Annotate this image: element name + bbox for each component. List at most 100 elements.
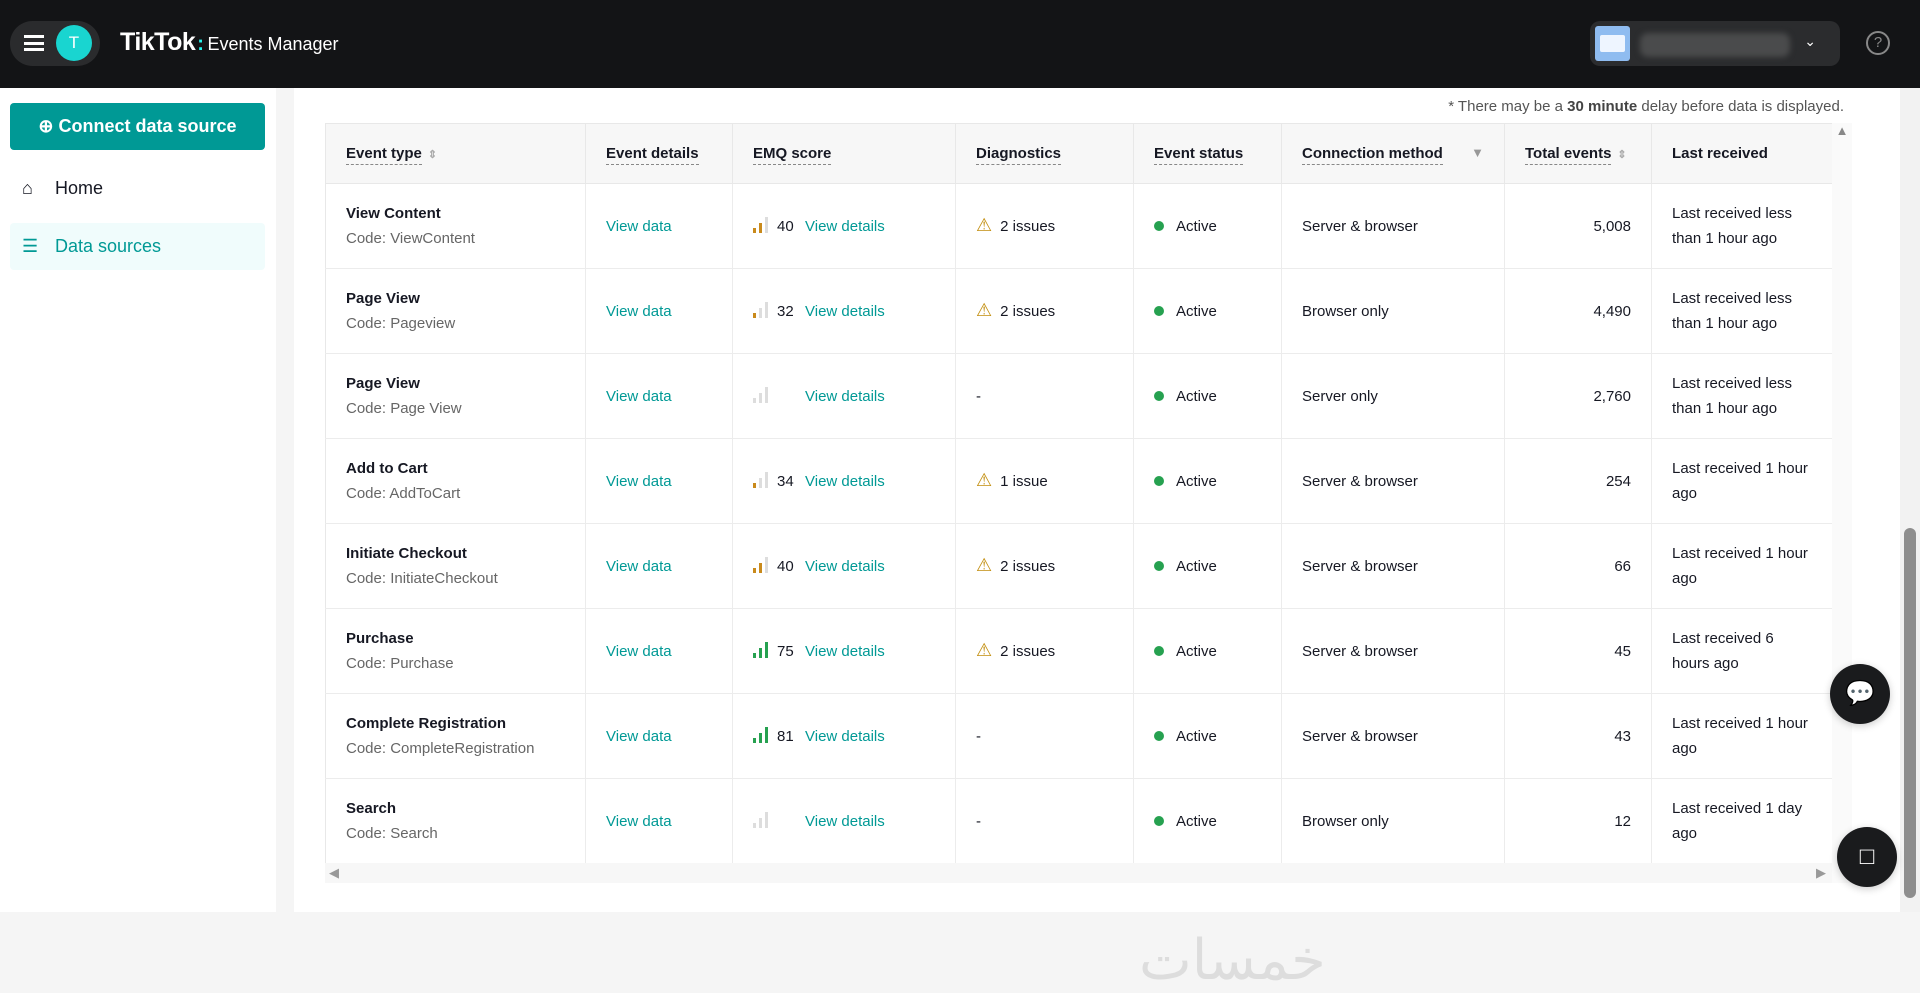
account-selector[interactable]: ⌄ bbox=[1590, 21, 1840, 66]
sidebar: ⊕ Connect data source ⌂ Home ☰ Data source… bbox=[0, 88, 276, 912]
header-label: Event details bbox=[606, 145, 699, 165]
event-type-cell: Search Code: Search bbox=[325, 778, 586, 864]
table-row: Add to Cart Code: AddToCart View data 34 V… bbox=[325, 438, 1833, 524]
view-details-link[interactable]: View details bbox=[805, 813, 885, 830]
emq-cell: 75 View details bbox=[732, 608, 956, 694]
connection-method-cell: Browser only bbox=[1281, 778, 1505, 864]
feedback-button[interactable]: □ bbox=[1837, 827, 1897, 887]
emq-cell: 40 View details bbox=[732, 523, 956, 609]
table-row: Purchase Code: Purchase View data 75 View … bbox=[325, 608, 1833, 694]
connection-method-cell: Server only bbox=[1281, 353, 1505, 439]
page-scrollbar[interactable] bbox=[1900, 88, 1920, 912]
view-data-link[interactable]: View data bbox=[606, 303, 672, 320]
diagnostics-text[interactable]: 2 issues bbox=[1000, 558, 1055, 575]
event-type-cell: Complete Registration Code: CompleteRegis… bbox=[325, 693, 586, 779]
col-total-events[interactable]: Total events ⇕ bbox=[1504, 123, 1652, 184]
table-row: Search Code: Search View data View detail… bbox=[325, 778, 1833, 864]
col-event-type[interactable]: Event type ⇕ bbox=[325, 123, 586, 184]
account-icon bbox=[1595, 26, 1630, 61]
last-received-cell: Last received less than 1 hour ago bbox=[1651, 268, 1833, 354]
diagnostics-text[interactable]: 2 issues bbox=[1000, 303, 1055, 320]
diagnostics-cell: - bbox=[955, 778, 1134, 864]
table-horizontal-scrollbar[interactable]: ◀ ▶ bbox=[325, 863, 1832, 883]
home-icon: ⌂ bbox=[22, 178, 33, 198]
avatar[interactable]: T bbox=[56, 25, 92, 61]
header-label: Connection method bbox=[1302, 145, 1443, 165]
warning-icon: ⚠ bbox=[976, 470, 993, 490]
filter-icon[interactable]: ▼ bbox=[1471, 145, 1484, 160]
header-label: Event type bbox=[346, 145, 422, 165]
diagnostics-text[interactable]: 2 issues bbox=[1000, 218, 1055, 235]
menu-button[interactable]: T bbox=[10, 21, 100, 66]
event-details-cell: View data bbox=[585, 268, 733, 354]
col-event-status: Event status bbox=[1133, 123, 1282, 184]
help-icon[interactable]: ? bbox=[1866, 31, 1890, 55]
col-diagnostics: Diagnostics bbox=[955, 123, 1134, 184]
connection-method-cell: Server & browser bbox=[1281, 183, 1505, 269]
chevron-down-icon: ⌄ bbox=[1804, 33, 1816, 49]
view-data-link[interactable]: View data bbox=[606, 728, 672, 745]
scroll-up-icon[interactable]: ▲ bbox=[1832, 123, 1852, 138]
app-name: Events Manager bbox=[207, 34, 339, 54]
status-cell: Active bbox=[1133, 183, 1282, 269]
message-icon: □ bbox=[1859, 843, 1875, 870]
connection-method-cell: Server & browser bbox=[1281, 693, 1505, 779]
event-name: Complete Registration bbox=[346, 715, 507, 732]
watermark: خمسات bbox=[1139, 928, 1326, 993]
logo-dot: : bbox=[197, 33, 204, 55]
diagnostics-text[interactable]: 1 issue bbox=[1000, 473, 1048, 490]
signal-bars-icon bbox=[753, 216, 771, 233]
sidebar-item-home[interactable]: ⌂ Home bbox=[10, 165, 265, 212]
event-code: Code: Purchase bbox=[346, 655, 454, 672]
last-received-cell: Last received 1 hour ago bbox=[1651, 693, 1833, 779]
view-details-link[interactable]: View details bbox=[805, 728, 885, 745]
event-details-cell: View data bbox=[585, 523, 733, 609]
view-details-link[interactable]: View details bbox=[805, 303, 885, 320]
table-vertical-scrollbar[interactable]: ▲ bbox=[1832, 123, 1852, 883]
hamburger-icon bbox=[24, 35, 44, 51]
last-received-cell: Last received 1 hour ago bbox=[1651, 438, 1833, 524]
view-data-link[interactable]: View data bbox=[606, 388, 672, 405]
view-data-link[interactable]: View data bbox=[606, 643, 672, 660]
warning-icon: ⚠ bbox=[976, 640, 993, 660]
status-dot-icon bbox=[1154, 730, 1164, 741]
event-details-cell: View data bbox=[585, 778, 733, 864]
sidebar-item-data-sources[interactable]: ☰ Data sources bbox=[10, 223, 265, 270]
scroll-left-icon[interactable]: ◀ bbox=[329, 865, 339, 881]
diagnostics-cell: ⚠ 1 issue bbox=[955, 438, 1134, 524]
signal-bars-icon bbox=[753, 301, 771, 318]
event-code: Code: ViewContent bbox=[346, 230, 475, 247]
col-connection-method: Connection method ▼ bbox=[1281, 123, 1505, 184]
connect-data-source-button[interactable]: ⊕ Connect data source bbox=[10, 103, 265, 150]
scroll-right-icon[interactable]: ▶ bbox=[1816, 865, 1826, 881]
view-details-link[interactable]: View details bbox=[805, 218, 885, 235]
view-details-link[interactable]: View details bbox=[805, 558, 885, 575]
diagnostics-text[interactable]: 2 issues bbox=[1000, 643, 1055, 660]
view-details-link[interactable]: View details bbox=[805, 473, 885, 490]
view-data-link[interactable]: View data bbox=[606, 218, 672, 235]
app-logo[interactable]: TikTok: Events Manager bbox=[120, 28, 339, 57]
view-data-link[interactable]: View data bbox=[606, 473, 672, 490]
table-row: Initiate Checkout Code: InitiateCheckout … bbox=[325, 523, 1833, 609]
view-data-link[interactable]: View data bbox=[606, 813, 672, 830]
view-details-link[interactable]: View details bbox=[805, 388, 885, 405]
col-last-received: Last received bbox=[1651, 123, 1833, 184]
view-details-link[interactable]: View details bbox=[805, 643, 885, 660]
chat-support-button[interactable]: 💬 bbox=[1830, 664, 1890, 724]
header-label: Event status bbox=[1154, 145, 1244, 165]
diagnostics-cell: - bbox=[955, 353, 1134, 439]
signal-bars-icon bbox=[753, 811, 771, 828]
emq-score: 81 bbox=[777, 727, 794, 745]
emq-score: 40 bbox=[777, 217, 794, 235]
event-name: Initiate Checkout bbox=[346, 545, 467, 562]
status-text: Active bbox=[1176, 302, 1217, 320]
sort-icon[interactable]: ⇕ bbox=[428, 149, 437, 161]
view-data-link[interactable]: View data bbox=[606, 558, 672, 575]
emq-cell: 34 View details bbox=[732, 438, 956, 524]
page-scrollbar-thumb[interactable] bbox=[1904, 528, 1916, 898]
last-received-cell: Last received 1 day ago bbox=[1651, 778, 1833, 864]
event-type-cell: Purchase Code: Purchase bbox=[325, 608, 586, 694]
sort-icon[interactable]: ⇕ bbox=[1617, 149, 1626, 161]
account-name-redacted bbox=[1640, 33, 1790, 57]
event-type-cell: View Content Code: ViewContent bbox=[325, 183, 586, 269]
